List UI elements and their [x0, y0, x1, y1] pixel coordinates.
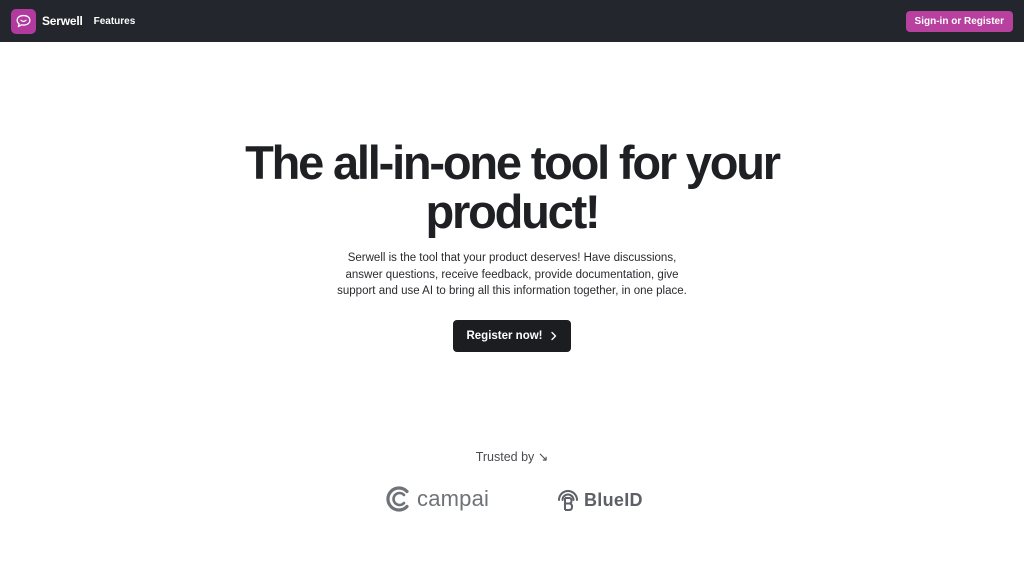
campai-logo-text: campai [417, 486, 490, 511]
blueid-logo: BlueID [555, 487, 643, 513]
blueid-logo-icon [558, 490, 578, 511]
hero-subtitle-line: support and use AI to bring all this inf… [337, 285, 687, 297]
chat-bubble-logo-icon[interactable] [11, 8, 36, 34]
hero-title-line: The all-in-one tool for your [245, 136, 781, 189]
register-now-label: Register now! [466, 330, 543, 342]
hero-title-line: product! [425, 185, 601, 238]
campai-logo: campai [385, 485, 489, 513]
top-navbar: Serwell Features Sign-in or Register [0, 0, 1024, 42]
signin-register-button[interactable]: Sign-in or Register [905, 10, 1013, 32]
chevron-right-icon [550, 331, 556, 341]
hero-title: The all-in-one tool for your product! [0, 138, 1024, 236]
register-now-button[interactable]: Register now! [453, 320, 571, 352]
trusted-by-label: Trusted by ↘ [475, 450, 549, 464]
hero-subtitle: Serwell is the tool that your product de… [312, 250, 712, 300]
campai-logo-icon [386, 486, 409, 512]
brand-name[interactable]: Serwell [42, 14, 83, 28]
hero-subtitle-line: answer questions, receive feedback, prov… [345, 268, 679, 281]
blueid-logo-text: BlueID [584, 489, 643, 510]
nav-link-features[interactable]: Features [94, 16, 136, 27]
hero-subtitle-line: Serwell is the tool that your product de… [347, 252, 677, 264]
